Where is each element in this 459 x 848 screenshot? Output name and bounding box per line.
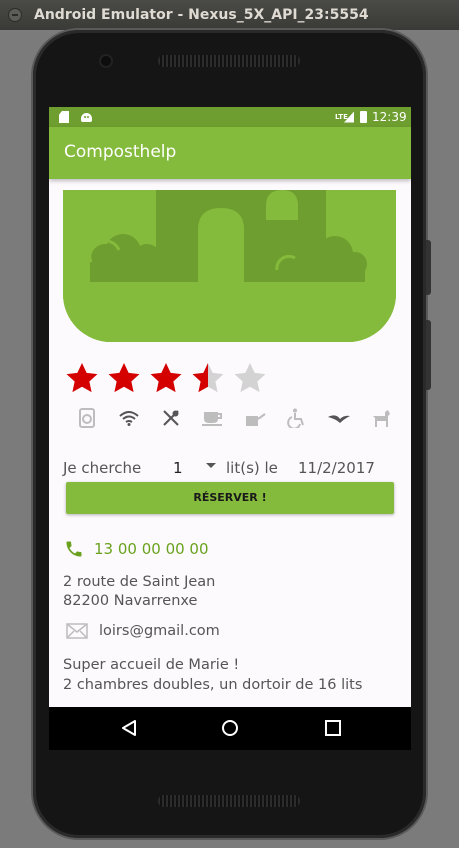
recents-icon[interactable] <box>324 719 342 737</box>
status-time: 12:39 <box>372 110 407 124</box>
window-title: Android Emulator - Nexus_5X_API_23:5554 <box>34 7 369 23</box>
booking-unit-label: lit(s) le <box>226 459 278 477</box>
emulator-title-bar: Android Emulator - Nexus_5X_API_23:5554 <box>0 0 459 30</box>
app-bar: Composthelp <box>49 127 411 179</box>
close-icon[interactable] <box>8 8 22 22</box>
star-full-icon[interactable] <box>106 360 142 396</box>
description-line-1: Super accueil de Marie ! <box>63 657 240 673</box>
reserve-button[interactable]: RÉSERVER ! <box>66 482 394 514</box>
wifi-icon <box>117 406 141 430</box>
bird-icon <box>327 406 351 430</box>
address-line-1: 2 route de Saint Jean <box>63 574 216 590</box>
watering-can-icon <box>243 406 267 430</box>
mail-icon[interactable] <box>66 623 88 639</box>
back-icon[interactable] <box>120 719 138 737</box>
description-block: Super accueil de Marie ! 2 chambres doub… <box>63 656 362 695</box>
restaurant-icon <box>159 406 183 430</box>
status-bar: LTE 12:39 <box>49 107 411 127</box>
star-full-icon[interactable] <box>148 360 184 396</box>
phone-icon[interactable] <box>64 539 84 559</box>
address-block: 2 route de Saint Jean 82200 Navarrenxe <box>63 573 215 611</box>
star-half-icon[interactable] <box>190 360 226 396</box>
email-link[interactable]: loirs@gmail.com <box>99 623 220 639</box>
booking-row: Je cherche 1 lit(s) le 11/2/2017 <box>63 455 403 479</box>
volume-button[interactable] <box>426 320 431 390</box>
star-full-icon[interactable] <box>64 360 100 396</box>
wheelchair-icon <box>285 406 309 430</box>
dog-icon <box>369 406 393 430</box>
date-field[interactable]: 11/2/2017 <box>298 459 375 477</box>
phone-row[interactable]: 13 00 00 00 00 <box>64 538 209 560</box>
address-line-2: 82200 Navarrenxe <box>63 593 198 609</box>
washing-machine-icon <box>75 406 99 430</box>
email-row[interactable]: loirs@gmail.com <box>66 620 220 642</box>
power-button[interactable] <box>426 240 431 295</box>
navigation-bar <box>49 707 411 750</box>
amenities-row <box>75 406 393 430</box>
rating-stars[interactable] <box>64 360 268 396</box>
signal-icon <box>344 110 354 124</box>
description-line-2: 2 chambres doubles, un dortoir de 16 lit… <box>63 676 363 693</box>
sd-card-icon <box>59 110 69 124</box>
battery-icon <box>360 110 367 124</box>
phone-number-link[interactable]: 13 00 00 00 00 <box>94 540 209 558</box>
device-screen: LTE 12:39 Composthelp Je cherche 1 lit(s… <box>49 107 411 750</box>
hero-image <box>63 190 396 342</box>
booking-label: Je cherche <box>63 459 142 477</box>
home-icon[interactable] <box>221 719 239 737</box>
bottom-speaker <box>158 795 300 807</box>
chevron-down-icon[interactable] <box>206 463 216 468</box>
android-icon <box>81 110 92 124</box>
star-empty-icon[interactable] <box>232 360 268 396</box>
top-speaker <box>158 55 300 67</box>
app-title: Composthelp <box>64 142 177 162</box>
coffee-cup-icon <box>201 406 225 430</box>
bed-count-select[interactable]: 1 <box>173 459 183 477</box>
front-camera <box>101 56 111 66</box>
